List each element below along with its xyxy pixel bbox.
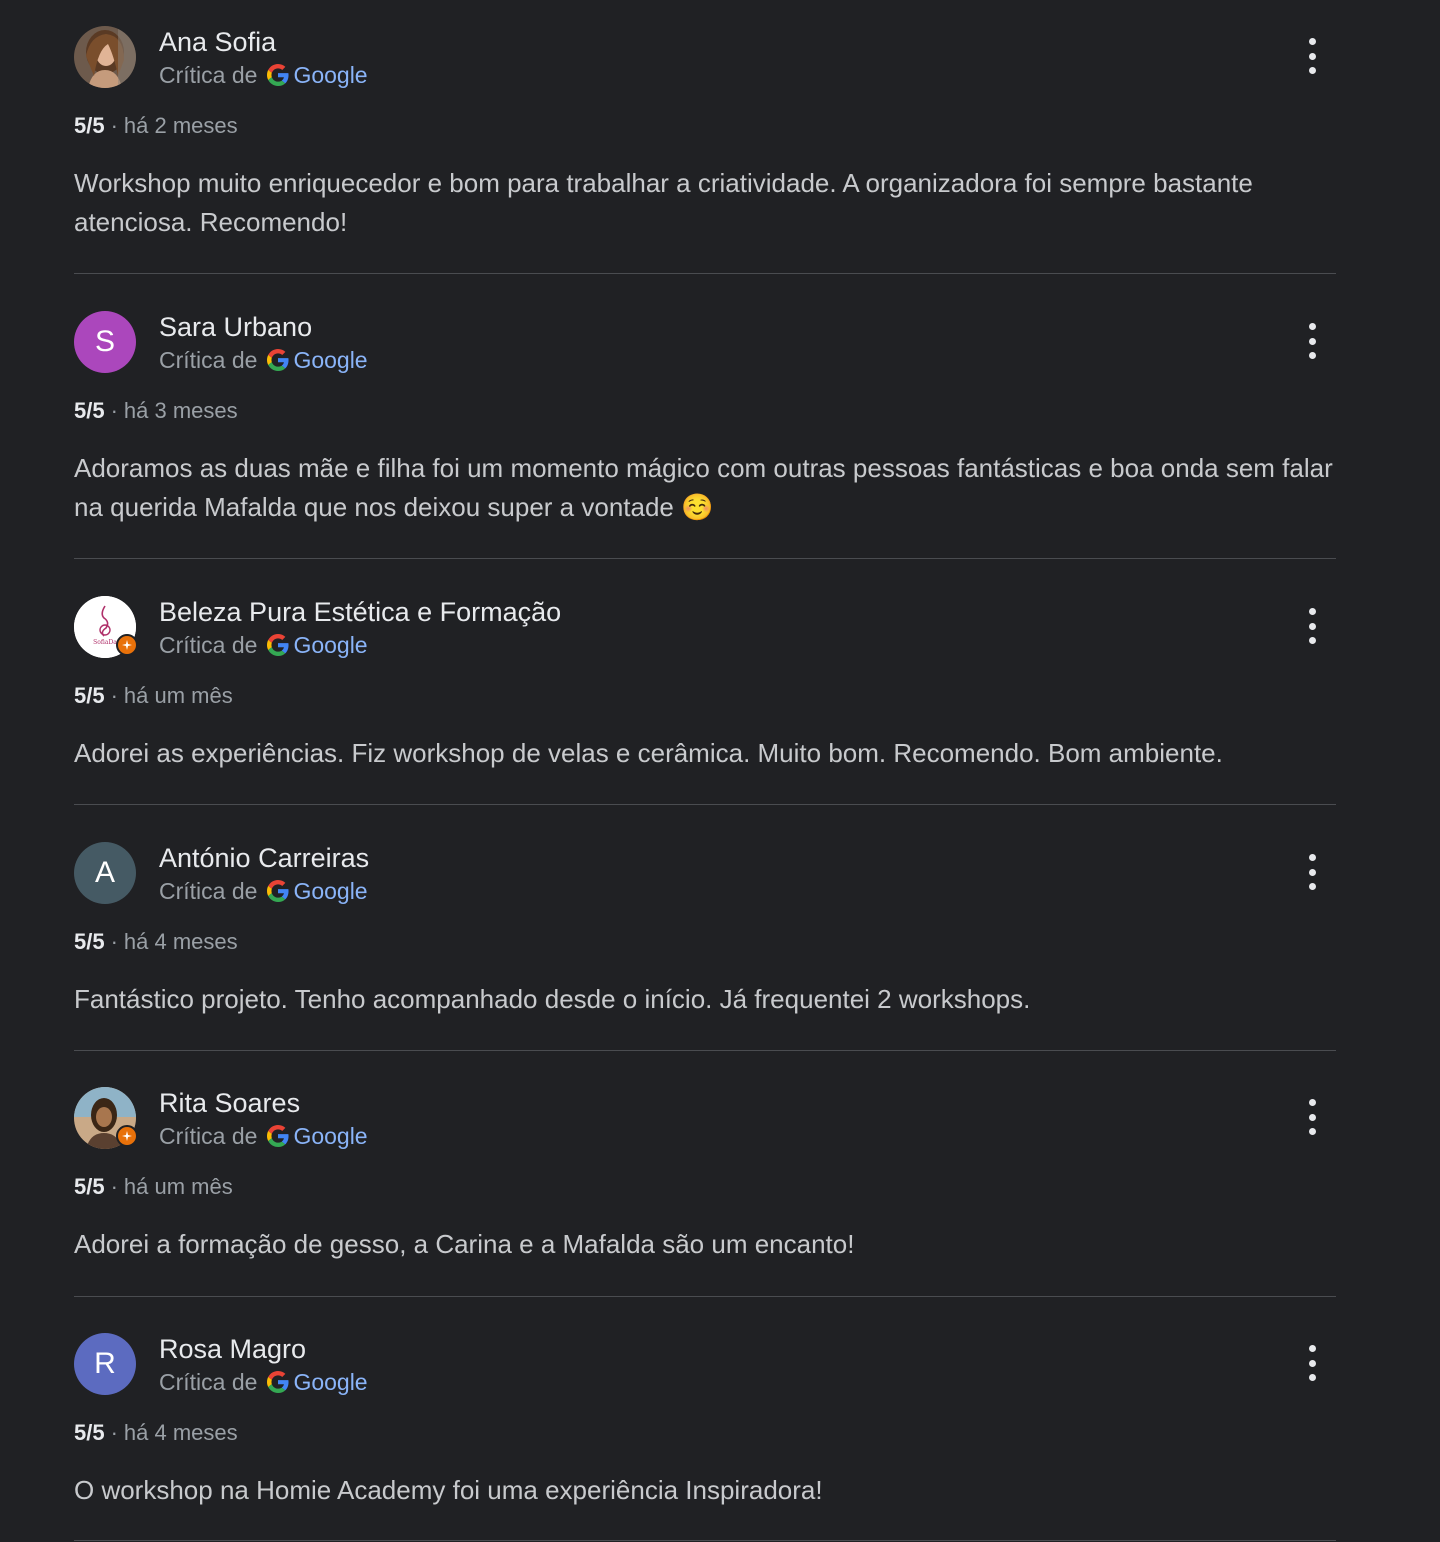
more-options-icon[interactable] [1302,1345,1322,1381]
more-options-icon[interactable] [1302,323,1322,359]
review-source: Crítica de Google [159,632,368,658]
google-g-icon [267,1125,289,1147]
avatar[interactable] [74,1087,138,1149]
review-header: S Sara Urbano Crítica de Google [74,311,1336,375]
review-source: Crítica de Google [159,347,368,373]
review-header: Rita Soares Crítica de Google [74,1087,1336,1151]
separator: · [110,398,118,423]
avatar[interactable]: R [74,1333,136,1395]
avatar-initial: S [94,325,115,358]
review-time: há um mês [123,683,233,708]
review-source: Crítica de Google [159,878,368,904]
separator: · [110,1420,118,1445]
reviewer-name[interactable]: Rosa Magro [159,1333,306,1365]
review-header: SofiaDa Beleza Pura Estética e Formação … [74,596,1336,660]
avatar[interactable]: S [74,311,136,373]
review-text: Adorei a formação de gesso, a Carina e a… [74,1229,855,1259]
review-time: há 4 meses [123,1420,238,1445]
avatar[interactable]: A [74,842,136,904]
review-header: Ana Sofia Crítica de Google [74,26,1336,90]
svg-text:SofiaDa: SofiaDa [93,639,117,646]
review-header: A António Carreiras Crítica de Google [74,842,1336,906]
reviewer-name[interactable]: Rita Soares [159,1087,300,1119]
divider [74,1296,1336,1297]
rating-score: 5/5 [74,398,105,423]
review-text: Adorei as experiências. Fiz workshop de … [74,738,1223,768]
more-options-icon[interactable] [1302,1099,1322,1135]
rating-score: 5/5 [74,683,105,708]
google-g-icon [267,349,289,371]
review-header: R Rosa Magro Crítica de Google [74,1333,1336,1397]
source-prefix: Crítica de [159,347,258,373]
review-source: Crítica de Google [159,1123,368,1149]
google-g-icon [267,634,289,656]
source-name: Google [293,62,368,88]
reviewer-name[interactable]: Beleza Pura Estética e Formação [159,596,561,628]
more-options-icon[interactable] [1302,854,1322,890]
review-time: há 2 meses [123,113,238,138]
reviewer-name[interactable]: Ana Sofia [159,26,276,58]
source-name: Google [293,878,368,904]
more-options-icon[interactable] [1302,38,1322,74]
source-name: Google [293,1369,368,1395]
review-text: O workshop na Homie Academy foi uma expe… [74,1475,823,1505]
source-prefix: Crítica de [159,632,258,658]
more-options-icon[interactable] [1302,608,1322,644]
divider [74,804,1336,805]
rating-score: 5/5 [74,1174,105,1199]
local-guide-badge-icon [116,634,138,656]
source-prefix: Crítica de [159,1123,258,1149]
separator: · [110,683,118,708]
rating-score: 5/5 [74,1420,105,1445]
review-meta: 5/5 · há 2 meses [74,113,238,139]
review-meta: 5/5 · há um mês [74,683,233,709]
google-g-icon [267,64,289,86]
review-meta: 5/5 · há um mês [74,1174,233,1200]
rating-score: 5/5 [74,929,105,954]
reviewer-name[interactable]: Sara Urbano [159,311,312,343]
source-prefix: Crítica de [159,1369,258,1395]
review-time: há 4 meses [123,929,238,954]
local-guide-badge-icon [116,1125,138,1147]
avatar-photo [74,26,136,88]
review-time: há um mês [123,1174,233,1199]
review-source: Crítica de Google [159,1369,368,1395]
review-meta: 5/5 · há 3 meses [74,398,238,424]
avatar-initial: A [94,856,115,889]
google-g-icon [267,1371,289,1393]
reviewer-name[interactable]: António Carreiras [159,842,369,874]
avatar[interactable] [74,26,136,88]
review-text: Fantástico projeto. Tenho acompanhado de… [74,984,1031,1014]
source-prefix: Crítica de [159,878,258,904]
rating-score: 5/5 [74,113,105,138]
avatar-initial: R [94,1347,116,1380]
review-time: há 3 meses [123,398,238,423]
review-meta: 5/5 · há 4 meses [74,929,238,955]
avatar[interactable]: SofiaDa [74,596,138,658]
review-text: Workshop muito enriquecedor e bom para t… [74,168,1253,237]
separator: · [110,1174,118,1199]
separator: · [110,113,118,138]
divider [74,558,1336,559]
source-prefix: Crítica de [159,62,258,88]
source-name: Google [293,347,368,373]
google-g-icon [267,880,289,902]
source-name: Google [293,632,368,658]
review-text: Adoramos as duas mãe e filha foi um mome… [74,453,1333,522]
divider [74,1540,1336,1541]
divider [74,273,1336,274]
source-name: Google [293,1123,368,1149]
review-source: Crítica de Google [159,62,368,88]
separator: · [110,929,118,954]
divider [74,1050,1336,1051]
review-meta: 5/5 · há 4 meses [74,1420,238,1446]
